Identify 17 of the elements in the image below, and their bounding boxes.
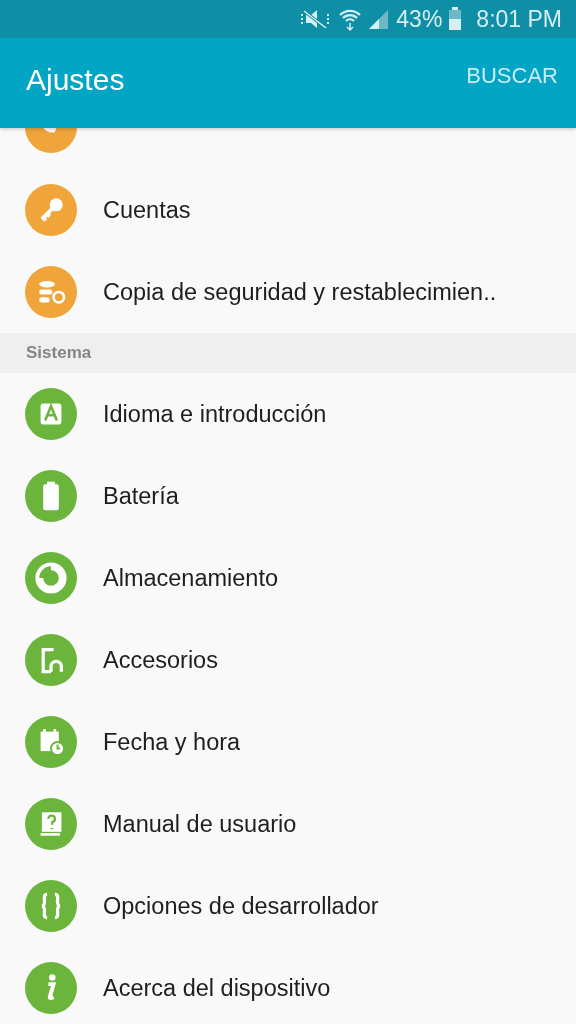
- settings-item[interactable]: Opciones de desarrollador: [103, 892, 379, 920]
- settings-item[interactable]: Acerca del dispositivo: [103, 974, 331, 1002]
- settings-item[interactable]: Manual de usuario: [103, 810, 297, 838]
- settings-item[interactable]: Copia de seguridad y restablecimien..: [103, 278, 497, 306]
- section-header: Sistema: [26, 343, 92, 363]
- settings-item[interactable]: Batería: [103, 482, 179, 510]
- screen-title: Ajustes: [26, 63, 125, 97]
- battery-icon: [448, 7, 463, 31]
- battery-percent: 43%: [396, 5, 443, 33]
- settings-item[interactable]: Accesorios: [103, 646, 218, 674]
- settings-item[interactable]: Fecha y hora: [103, 728, 241, 756]
- settings-item[interactable]: Cuentas: [103, 196, 191, 224]
- signal-icon: [368, 8, 391, 30]
- clock: 8:01 PM: [476, 5, 562, 33]
- wifi-icon: [338, 7, 363, 31]
- settings-item[interactable]: Idioma e introducción: [103, 400, 327, 428]
- settings-item[interactable]: Almacenamiento: [103, 564, 279, 592]
